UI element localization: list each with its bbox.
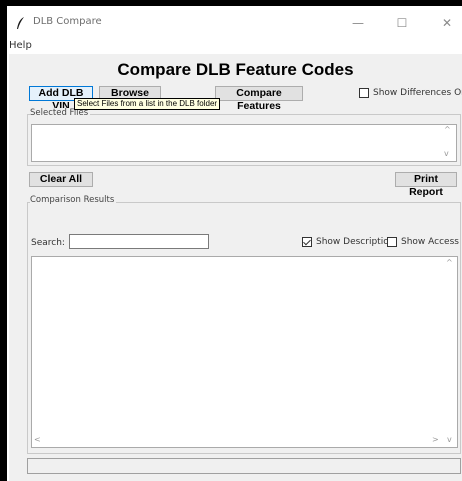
search-label: Search: [31, 238, 65, 248]
menu-bar: Help [9, 38, 462, 54]
show-access-box[interactable] [387, 237, 397, 247]
compare-features-button[interactable]: Compare Features [215, 86, 303, 112]
comparison-results-list[interactable] [31, 256, 458, 448]
files-scroll-down-icon[interactable]: v [444, 149, 449, 158]
show-differences-box[interactable] [359, 88, 369, 98]
page-title: Compare DLB Feature Codes [117, 60, 354, 79]
results-scroll-left-icon[interactable]: < [34, 435, 41, 444]
app-window: DLB Compare — ☐ ✕ Help Compare DLB Featu… [7, 6, 462, 481]
show-description-box[interactable] [302, 237, 312, 247]
title-bar: DLB Compare — ☐ ✕ [9, 8, 462, 38]
feather-icon [17, 17, 24, 29]
menu-help[interactable]: Help [9, 40, 32, 51]
results-scroll-down-icon[interactable]: v [447, 435, 452, 444]
maximize-button[interactable]: ☐ [393, 14, 411, 32]
show-differences-checkbox[interactable]: Show Differences Only [359, 88, 462, 98]
show-description-checkbox[interactable]: Show Description [302, 237, 394, 247]
show-access-label: Show Access [401, 237, 459, 247]
results-scroll-up-icon[interactable]: ^ [446, 258, 453, 267]
comparison-results-label: Comparison Results [30, 195, 117, 205]
close-button[interactable]: ✕ [438, 14, 456, 32]
show-differences-label: Show Differences Only [373, 88, 462, 98]
minimize-button[interactable]: — [349, 14, 367, 32]
search-input[interactable] [69, 234, 209, 249]
files-scroll-up-icon[interactable]: ^ [444, 125, 451, 134]
window-title: DLB Compare [33, 16, 102, 27]
selected-files-list[interactable] [31, 124, 457, 162]
tooltip: Select Files from a list in the DLB fold… [74, 98, 221, 110]
results-scroll-right-icon[interactable]: > [432, 435, 439, 444]
status-bar [27, 458, 461, 474]
print-report-button[interactable]: Print Report [395, 172, 457, 198]
show-description-label: Show Description [316, 237, 395, 247]
clear-all-button[interactable]: Clear All [29, 172, 93, 187]
show-access-checkbox[interactable]: Show Access [387, 237, 459, 247]
